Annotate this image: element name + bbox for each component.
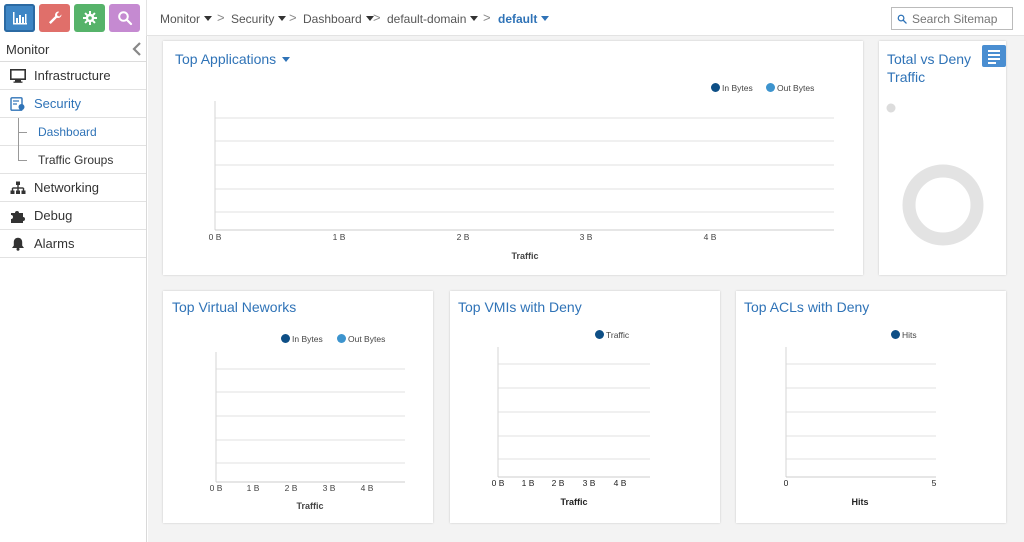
gridlines	[215, 117, 834, 213]
x-tick-label: 4 B	[704, 232, 717, 242]
top-applications-chart: 0 B 1 B 2 B 3 B 4 B Traffic	[209, 101, 834, 261]
tree-line	[19, 160, 27, 161]
search-input[interactable]	[912, 11, 1012, 26]
donut-ring	[902, 164, 984, 246]
breadcrumb-security[interactable]: Security	[231, 12, 287, 26]
monitor-tab[interactable]	[4, 4, 35, 32]
puzzle-icon	[11, 211, 25, 223]
breadcrumb: Monitor > Security > Dashboard > default…	[146, 0, 1024, 36]
sidebar-item-label: Traffic Groups	[38, 153, 114, 167]
sidebar-item-label: Security	[34, 96, 81, 111]
top-virtual-networks-chart: 0 B 1 B 2 B 3 B 4 B Traffic	[210, 352, 405, 511]
x-tick-label: 0 B	[209, 232, 222, 242]
breadcrumb-dashboard-label: Dashboard	[303, 12, 362, 26]
chevron-left-icon[interactable]	[132, 41, 142, 57]
x-tick-label: 1 B	[333, 232, 346, 242]
sidebar-item-dashboard[interactable]: Dashboard	[0, 118, 146, 146]
sidebar-item-label: Infrastructure	[34, 68, 111, 83]
x-axis-label: Traffic	[296, 501, 323, 511]
caret-down-icon	[278, 16, 287, 22]
x-tick-label: 3 B	[323, 483, 336, 493]
sidebar-header: Monitor	[0, 36, 146, 62]
top-acls-deny-panel: Top ACLs with Deny Hits 0 5 Hits	[736, 291, 1006, 523]
sidebar-item-traffic-groups[interactable]: Traffic Groups	[0, 146, 146, 174]
chevron-right-icon: >	[217, 10, 225, 25]
x-tick-label: 2 B	[552, 478, 565, 488]
sidebar-item-security[interactable]: Security	[0, 90, 146, 118]
tree-line	[19, 132, 27, 133]
x-tick-label: 1 B	[522, 478, 535, 488]
x-axis-label: Traffic	[560, 497, 587, 507]
top-nav-tabs	[0, 0, 146, 36]
total-vs-deny-chart	[886, 103, 984, 246]
sidebar-item-networking[interactable]: Networking	[0, 174, 146, 202]
sidebar-item-label: Dashboard	[38, 125, 97, 139]
x-tick-label: 0 B	[210, 483, 223, 493]
search-icon	[117, 11, 132, 26]
breadcrumb-security-label: Security	[231, 12, 275, 26]
breadcrumb-dashboard[interactable]: Dashboard	[303, 12, 374, 26]
x-tick-label: 2 B	[457, 232, 470, 242]
breadcrumb-monitor[interactable]: Monitor	[160, 12, 213, 26]
shield-icon	[10, 97, 25, 111]
caret-down-icon	[204, 16, 213, 22]
x-tick-label: 3 B	[583, 478, 596, 488]
breadcrumb-monitor-label: Monitor	[160, 12, 201, 26]
chevron-right-icon: >	[289, 10, 297, 25]
search-icon	[897, 14, 907, 24]
top-acls-deny-chart: 0 5 Hits	[784, 347, 937, 507]
x-tick-label: 3 B	[580, 232, 593, 242]
gear-icon	[82, 11, 97, 25]
sidebar-item-debug[interactable]: Debug	[0, 202, 146, 230]
sidebar-item-alarms[interactable]: Alarms	[0, 230, 146, 258]
breadcrumb-project[interactable]: default	[498, 12, 550, 26]
top-applications-panel: Top Applications In Bytes Out Bytes 0 B …	[163, 41, 863, 275]
top-virtual-networks-panel: Top Virtual Neworks In Bytes Out Bytes 0…	[163, 291, 433, 523]
query-tab[interactable]	[109, 4, 140, 32]
breadcrumb-domain-label: default-domain	[387, 12, 467, 26]
x-tick-label: 1 B	[247, 483, 260, 493]
bell-icon	[12, 237, 24, 251]
tree-line	[18, 146, 19, 161]
x-axis-label: Traffic	[511, 251, 538, 261]
monitor-icon	[10, 69, 26, 83]
settings-tab[interactable]	[74, 4, 105, 32]
sidebar-item-label: Alarms	[34, 236, 75, 251]
dashboard-content: Top Applications In Bytes Out Bytes 0 B …	[148, 36, 1024, 542]
caret-down-icon	[470, 16, 479, 22]
sidebar-title: Monitor	[6, 42, 50, 57]
legend-dot	[886, 103, 896, 113]
sidebar: Monitor Infrastructure Security Dashboar…	[0, 36, 147, 542]
wrench-icon	[48, 11, 61, 24]
total-vs-deny-panel: Total vs Deny Traffic	[879, 41, 1006, 275]
caret-down-icon	[541, 16, 550, 22]
chevron-right-icon: >	[483, 10, 491, 25]
x-tick-label: 0	[784, 478, 789, 488]
sidebar-item-label: Networking	[34, 180, 100, 195]
sidebar-item-infrastructure[interactable]: Infrastructure	[0, 62, 146, 90]
x-axis-label: Hits	[851, 497, 868, 507]
top-vmis-deny-chart: 0 B 1 B 2 B 3 B 4 B Traffic	[492, 347, 650, 507]
chevron-right-icon: >	[373, 10, 381, 25]
top-vmis-deny-panel: Top VMIs with Deny Traffic 0 B 1 B 2 B 3…	[450, 291, 720, 523]
breadcrumb-project-label: default	[498, 12, 538, 26]
x-tick-label: 4 B	[614, 478, 627, 488]
sidebar-item-label: Debug	[34, 208, 73, 223]
x-tick-label: 0 B	[492, 478, 505, 488]
x-tick-label: 4 B	[361, 483, 374, 493]
configure-tab[interactable]	[39, 4, 70, 32]
bar-chart-icon	[12, 12, 27, 25]
breadcrumb-domain[interactable]: default-domain	[387, 12, 479, 26]
network-icon	[10, 181, 26, 194]
x-tick-label: 5	[932, 478, 937, 488]
search-box	[891, 7, 1013, 30]
x-tick-label: 2 B	[285, 483, 298, 493]
